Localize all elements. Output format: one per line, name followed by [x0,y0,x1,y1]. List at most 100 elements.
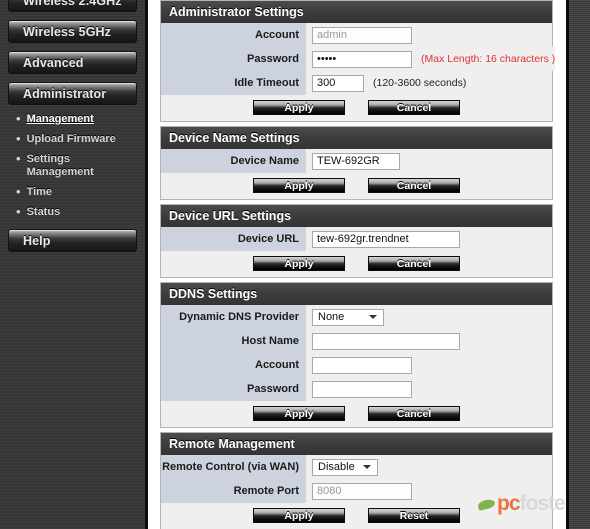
router-admin-page: Wireless 2.4GHz Wireless 5GHz Advanced A… [0,0,590,529]
panel-header: Device URL Settings [161,205,552,227]
admin-apply-button[interactable]: Apply [253,100,345,115]
remote-port-field-cell [306,479,552,503]
row-device-name: Device Name [161,149,552,173]
password-hint: (Max Length: 16 characters ) [421,53,556,65]
panel-title: Device URL Settings [169,209,292,223]
device-name-field-cell [306,149,552,173]
remote-reset-button[interactable]: Reset [368,508,460,523]
row-device-url: Device URL [161,227,552,251]
sidebar-nav-label: Advanced [23,55,84,70]
row-ddns-host: Host Name [161,329,552,353]
panel-header: DDNS Settings [161,283,552,305]
sidebar-nav-wireless-24ghz[interactable]: Wireless 2.4GHz [8,0,137,12]
device-url-cancel-button[interactable]: Cancel [368,256,460,271]
idle-timeout-hint: (120-3600 seconds) [373,77,467,89]
sidebar-item-label: Management [26,113,94,125]
device-url-input[interactable] [312,230,460,248]
ddns-provider-value: None [318,311,345,323]
bullet-icon: • [16,184,21,199]
panel-title: Device Name Settings [169,131,300,145]
remote-control-field-cell: Disable [306,455,552,479]
sidebar-item-label: Upload Firmware [26,133,116,145]
row-password: Password (Max Length: 16 characters ) [161,47,556,71]
sidebar-submenu: • Management • Upload Firmware • Setting… [12,112,137,219]
row-ddns-password: Password [161,377,552,401]
sidebar-nav-label: Wireless 2.4GHz [23,0,122,8]
ddns-provider-select[interactable]: None [312,308,384,326]
device-url-apply-button[interactable]: Apply [253,256,345,271]
password-field-cell: (Max Length: 16 characters ) [306,47,556,71]
sidebar-nav-wireless-5ghz[interactable]: Wireless 5GHz [8,20,137,43]
device-url-field-cell [306,227,552,251]
main-content: Administrator Settings Account Password … [160,0,556,529]
admin-cancel-button[interactable]: Cancel [368,100,460,115]
sidebar-item-status[interactable]: • Status [12,205,137,219]
account-input[interactable] [312,26,412,44]
device-name-button-row: Apply Cancel [161,173,552,199]
sidebar-nav-advanced[interactable]: Advanced [8,51,137,74]
account-field-cell [306,23,552,47]
panel-title: Remote Management [169,437,295,451]
sidebar-item-label: Settings Management [26,153,94,178]
ddns-account-input[interactable] [312,356,412,374]
bullet-icon: • [16,131,21,146]
sidebar-item-time[interactable]: • Time [12,184,137,199]
panel-header: Remote Management [161,433,552,455]
ddns-cancel-button[interactable]: Cancel [368,406,460,421]
ddns-provider-field-cell: None [306,305,552,329]
sidebar-item-label: Status [26,206,61,218]
chevron-down-icon [362,465,371,469]
panel-title: Administrator Settings [169,5,304,19]
device-name-input[interactable] [312,152,400,170]
idle-timeout-input[interactable] [312,74,364,92]
row-remote-control: Remote Control (via WAN) Disable [161,455,552,479]
sidebar-item-settings-management[interactable]: • Settings Management [12,151,137,179]
panel-title: DDNS Settings [169,287,258,301]
panel-ddns-settings: DDNS Settings Dynamic DNS Provider None … [160,282,553,428]
sidebar: Wireless 2.4GHz Wireless 5GHz Advanced A… [0,0,148,529]
ddns-account-field-cell [306,353,552,377]
row-idle-timeout: Idle Timeout (120-3600 seconds) [161,71,552,95]
password-input[interactable] [312,50,412,68]
admin-button-row: Apply Cancel [161,95,552,121]
panel-header: Administrator Settings [161,1,552,23]
account-label: Account [161,23,306,47]
sidebar-nav-administrator[interactable]: Administrator [8,82,137,105]
remote-port-label: Remote Port [161,479,306,503]
device-name-apply-button[interactable]: Apply [253,178,345,193]
row-ddns-provider: Dynamic DNS Provider None [161,305,552,329]
device-name-cancel-button[interactable]: Cancel [368,178,460,193]
ddns-password-input[interactable] [312,380,412,398]
row-account: Account [161,23,552,47]
remote-control-select[interactable]: Disable [312,458,378,476]
row-ddns-account: Account [161,353,552,377]
ddns-password-field-cell [306,377,552,401]
sidebar-item-label: Time [26,186,53,198]
ddns-apply-button[interactable]: Apply [253,406,345,421]
device-url-button-row: Apply Cancel [161,251,552,277]
remote-control-value: Disable [318,461,355,473]
sidebar-item-upload-firmware[interactable]: • Upload Firmware [12,131,137,146]
right-edge-strip [566,0,590,529]
ddns-host-input[interactable] [312,332,460,350]
panel-header: Device Name Settings [161,127,552,149]
sidebar-nav-label: Wireless 5GHz [23,24,112,39]
panel-administrator-settings: Administrator Settings Account Password … [160,0,556,122]
sidebar-nav-label: Help [23,233,51,248]
password-label: Password [161,47,306,71]
sidebar-item-management[interactable]: • Management [12,112,137,126]
ddns-password-label: Password [161,377,306,401]
remote-button-row: Apply Reset [161,503,552,529]
bullet-icon: • [16,151,21,166]
remote-port-input[interactable] [312,482,412,500]
sidebar-nav-label: Administrator [23,86,107,101]
remote-apply-button[interactable]: Apply [253,508,345,523]
idle-timeout-label: Idle Timeout [161,71,306,95]
chevron-down-icon [369,315,377,319]
device-url-label: Device URL [161,227,306,251]
row-remote-port: Remote Port [161,479,552,503]
ddns-host-label: Host Name [161,329,306,353]
panel-device-url-settings: Device URL Settings Device URL Apply Can… [160,204,553,278]
sidebar-nav-help[interactable]: Help [8,229,137,252]
ddns-button-row: Apply Cancel [161,401,552,427]
